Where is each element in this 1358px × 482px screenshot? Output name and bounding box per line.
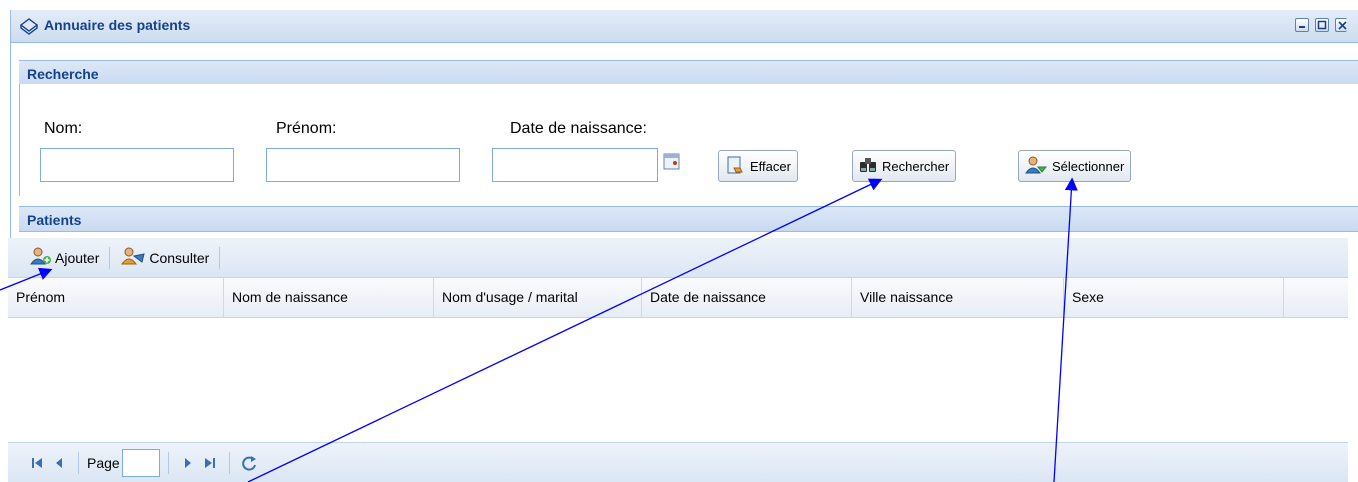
column-header-prenom[interactable]: Prénom xyxy=(8,278,224,318)
column-header-nom-usage[interactable]: Nom d'usage / marital xyxy=(434,278,642,318)
app-icon xyxy=(19,17,39,38)
nom-label: Nom: xyxy=(44,120,83,137)
effacer-button[interactable]: Effacer xyxy=(718,150,798,182)
calendar-icon[interactable] xyxy=(662,152,682,175)
page-number-input[interactable] xyxy=(121,448,160,477)
first-page-icon[interactable] xyxy=(26,452,48,474)
consulter-button[interactable]: Consulter xyxy=(116,246,213,269)
toolbar-separator xyxy=(219,246,221,269)
patients-pager: Page xyxy=(8,442,1348,482)
patients-toolbar: Ajouter Consulter xyxy=(8,238,1348,278)
pager-separator xyxy=(78,451,79,474)
close-icon[interactable] xyxy=(1335,18,1347,32)
window-title: Annuaire des patients xyxy=(44,17,191,33)
last-page-icon[interactable] xyxy=(199,452,221,474)
search-panel: Nom: Prénom: Date de naissance: Effacer xyxy=(19,84,1358,196)
nom-input[interactable] xyxy=(40,148,234,182)
pager-separator xyxy=(228,451,230,474)
prenom-input[interactable] xyxy=(266,148,460,182)
column-header-ville-naissance[interactable]: Ville naissance xyxy=(852,278,1064,318)
pager-separator xyxy=(167,451,169,474)
binoculars-icon xyxy=(859,156,877,177)
maximize-icon[interactable] xyxy=(1315,18,1329,32)
next-page-icon[interactable] xyxy=(177,452,199,474)
patients-section-header: Patients xyxy=(19,206,1358,232)
birthdate-input[interactable] xyxy=(492,148,658,182)
effacer-label: Effacer xyxy=(750,158,791,174)
ajouter-label: Ajouter xyxy=(55,249,100,266)
search-section-header: Recherche xyxy=(19,60,1358,86)
previous-page-icon[interactable] xyxy=(48,452,70,474)
consulter-label: Consulter xyxy=(149,249,210,266)
rechercher-label: Rechercher xyxy=(882,158,950,174)
patients-grid-body xyxy=(8,318,1348,442)
selectionner-label: Sélectionner xyxy=(1052,158,1125,174)
window-titlebar: Annuaire des patients xyxy=(11,10,1358,43)
patients-section-title: Patients xyxy=(27,212,82,228)
patients-grid-header: Prénom Nom de naissance Nom d'usage / ma… xyxy=(8,278,1348,318)
minimize-icon[interactable] xyxy=(1295,18,1309,32)
eraser-icon xyxy=(725,155,745,178)
column-header-sexe[interactable]: Sexe xyxy=(1064,278,1284,318)
search-section-title: Recherche xyxy=(27,66,99,82)
add-user-icon xyxy=(30,246,52,269)
ajouter-button[interactable]: Ajouter xyxy=(26,246,103,269)
toolbar-separator xyxy=(109,246,111,269)
column-header-nom-naissance[interactable]: Nom de naissance xyxy=(224,278,434,318)
user-select-icon xyxy=(1025,155,1048,178)
selectionner-button[interactable]: Sélectionner xyxy=(1018,150,1132,182)
view-user-icon xyxy=(120,246,146,269)
page-label: Page xyxy=(87,454,120,471)
rechercher-button[interactable]: Rechercher xyxy=(852,150,957,182)
refresh-icon[interactable] xyxy=(238,452,260,474)
birthdate-label: Date de naissance: xyxy=(510,120,647,137)
column-header-date-naissance[interactable]: Date de naissance xyxy=(642,278,852,318)
prenom-label: Prénom: xyxy=(276,120,337,137)
